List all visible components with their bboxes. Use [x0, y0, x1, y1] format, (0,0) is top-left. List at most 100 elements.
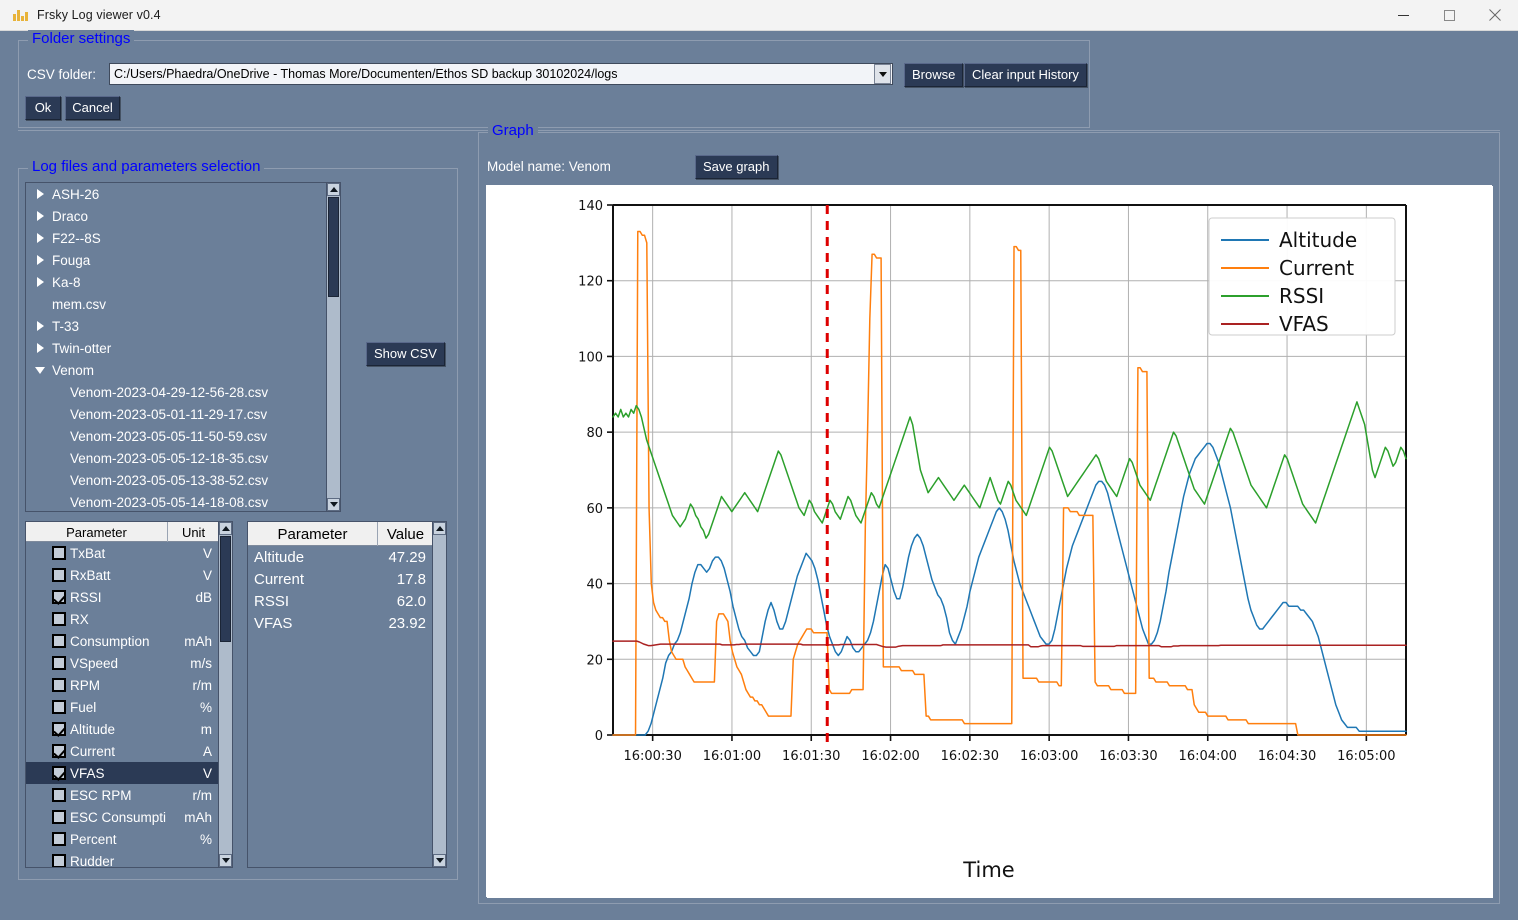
tree-item[interactable]: F22--8S: [26, 227, 326, 249]
parameter-name: VSpeed: [70, 655, 119, 671]
parameter-checkbox[interactable]: [52, 546, 66, 560]
parameter-unit: V: [202, 567, 212, 583]
svg-text:140: 140: [578, 199, 603, 214]
scroll-up-icon[interactable]: [327, 183, 340, 196]
tree-item[interactable]: Venom-2023-05-01-11-29-17.csv: [26, 403, 326, 425]
value-parameter-value: 47.29: [388, 548, 426, 566]
tree-scrollbar[interactable]: [326, 183, 340, 511]
table-row[interactable]: ESC RPM r/m: [26, 784, 218, 806]
table-row[interactable]: Percent%: [26, 828, 218, 850]
table-row[interactable]: Current A: [26, 740, 218, 762]
table-row[interactable]: VFAS V: [26, 762, 218, 784]
column-header-unit: Unit: [181, 524, 206, 540]
chevron-right-icon[interactable]: [32, 255, 48, 265]
tree-item[interactable]: mem.csv: [26, 293, 326, 315]
tree-item[interactable]: Fouga: [26, 249, 326, 271]
parameter-checkbox[interactable]: [52, 634, 66, 648]
table-row[interactable]: RX: [26, 608, 218, 630]
chevron-right-icon[interactable]: [32, 189, 48, 199]
value-parameter-name: RSSI: [254, 592, 290, 610]
parameter-value-table[interactable]: Parameter Value Altitude 47.29 Current 17.8…: [247, 521, 447, 868]
parameter-checkbox[interactable]: [52, 612, 66, 626]
cancel-button[interactable]: Cancel: [65, 96, 120, 120]
log-file-tree[interactable]: ASH-26 Draco F22--8S Fouga Ka-8 mem.csv T-33 Tw…: [25, 182, 341, 512]
tree-item-label: mem.csv: [52, 296, 106, 312]
tree-item[interactable]: Venom-2023-05-05-13-38-52.csv: [26, 469, 326, 491]
scroll-up-icon[interactable]: [219, 522, 232, 535]
folder-settings-title: Folder settings: [28, 30, 135, 48]
scroll-down-icon[interactable]: [327, 498, 340, 511]
parameter-scrollbar[interactable]: [218, 522, 232, 867]
parameter-name: VFAS: [70, 765, 105, 781]
parameter-name: ESC Consumpti: [70, 809, 167, 825]
table-row[interactable]: Consumption mAh: [26, 630, 218, 652]
parameter-checkbox[interactable]: [52, 766, 66, 780]
parameter-unit-table[interactable]: Parameter Unit TxBat V RxBatt V RSSI dB RX Cons…: [25, 521, 233, 868]
value-parameter-name: Current: [254, 570, 305, 588]
chart-canvas[interactable]: Model: Venom 02040608010012014016:00:301…: [486, 185, 1493, 898]
tree-item[interactable]: Venom: [26, 359, 326, 381]
svg-text:16:03:30: 16:03:30: [1099, 749, 1157, 764]
table-row: VFAS 23.92: [248, 612, 432, 634]
parameter-checkbox[interactable]: [52, 656, 66, 670]
table-row[interactable]: ESC Consumpti mAh: [26, 806, 218, 828]
table-row[interactable]: RSSI dB: [26, 586, 218, 608]
parameter-checkbox[interactable]: [52, 590, 66, 604]
tree-item[interactable]: Ka-8: [26, 271, 326, 293]
parameter-unit: V: [202, 545, 212, 561]
parameter-checkbox[interactable]: [52, 832, 66, 846]
table-row[interactable]: Altitude m: [26, 718, 218, 740]
scroll-up-icon[interactable]: [433, 522, 446, 535]
chevron-right-icon[interactable]: [32, 211, 48, 221]
table-row[interactable]: TxBat V: [26, 542, 218, 564]
tree-item[interactable]: Venom-2023-05-05-14-18-08.csv: [26, 491, 326, 511]
minimize-icon[interactable]: [1380, 0, 1426, 31]
value-scrollbar[interactable]: [432, 522, 446, 867]
maximize-icon[interactable]: [1426, 0, 1472, 31]
scrollbar-thumb[interactable]: [328, 197, 339, 297]
chevron-right-icon[interactable]: [32, 277, 48, 287]
clear-input-history-button[interactable]: Clear input History: [964, 63, 1087, 87]
parameter-unit: dB: [195, 589, 212, 605]
parameter-checkbox[interactable]: [52, 678, 66, 692]
tree-item[interactable]: Venom-2023-04-29-12-56-28.csv: [26, 381, 326, 403]
parameter-unit: mAh: [184, 809, 212, 825]
table-row[interactable]: Rudder: [26, 850, 218, 867]
tree-item-label: Venom-2023-05-05-12-18-35.csv: [70, 450, 269, 466]
scrollbar-thumb[interactable]: [220, 536, 231, 642]
show-csv-button[interactable]: Show CSV: [366, 342, 445, 366]
parameter-checkbox[interactable]: [52, 810, 66, 824]
parameter-checkbox[interactable]: [52, 744, 66, 758]
tree-item[interactable]: Venom-2023-05-05-12-18-35.csv: [26, 447, 326, 469]
chevron-right-icon[interactable]: [32, 233, 48, 243]
parameter-checkbox[interactable]: [52, 788, 66, 802]
chevron-right-icon[interactable]: [32, 343, 48, 353]
scroll-down-icon[interactable]: [219, 854, 232, 867]
tree-item-label: Venom-2023-05-05-14-18-08.csv: [70, 494, 269, 510]
table-row: Altitude 47.29: [248, 546, 432, 568]
chevron-right-icon[interactable]: [32, 321, 48, 331]
browse-button[interactable]: Browse: [904, 63, 964, 87]
table-row[interactable]: RPM r/m: [26, 674, 218, 696]
table-row[interactable]: VSpeed m/s: [26, 652, 218, 674]
table-row[interactable]: RxBatt V: [26, 564, 218, 586]
chevron-down-icon[interactable]: [32, 366, 48, 374]
tree-item[interactable]: Venom-2023-05-05-11-50-59.csv: [26, 425, 326, 447]
ok-button[interactable]: Ok: [25, 96, 61, 120]
parameter-checkbox[interactable]: [52, 568, 66, 582]
logfiles-group: Log files and parameters selection ASH-2…: [18, 158, 458, 880]
tree-item[interactable]: ASH-26: [26, 183, 326, 205]
csv-folder-combobox[interactable]: C:/Users/Phaedra/OneDrive - Thomas More/…: [109, 63, 893, 85]
tree-item[interactable]: Draco: [26, 205, 326, 227]
tree-item[interactable]: T-33: [26, 315, 326, 337]
table-row: Current 17.8: [248, 568, 432, 590]
parameter-checkbox[interactable]: [52, 854, 66, 867]
scroll-down-icon[interactable]: [433, 854, 446, 867]
tree-item[interactable]: Twin-otter: [26, 337, 326, 359]
parameter-checkbox[interactable]: [52, 700, 66, 714]
parameter-checkbox[interactable]: [52, 722, 66, 736]
table-row[interactable]: Fuel%: [26, 696, 218, 718]
save-graph-button[interactable]: Save graph: [695, 155, 778, 179]
chevron-down-icon[interactable]: [874, 64, 891, 84]
close-icon[interactable]: [1472, 0, 1518, 31]
